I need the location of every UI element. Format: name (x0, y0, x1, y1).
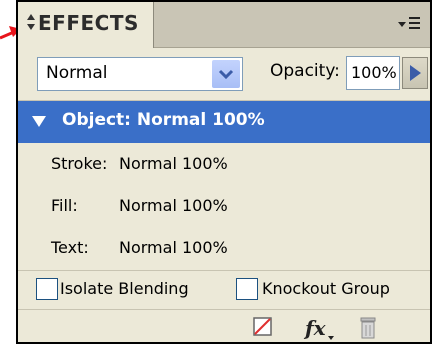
dropdown-arrow-button[interactable] (212, 60, 240, 88)
knockout-group-label[interactable]: Knockout Group (262, 279, 390, 298)
blend-mode-select[interactable]: Normal (37, 57, 243, 91)
clear-effects-icon[interactable] (252, 316, 274, 338)
chevron-down-icon (218, 69, 234, 80)
opacity-field[interactable]: 100% (346, 56, 400, 90)
disclosure-triangle-icon[interactable] (32, 116, 46, 128)
chevron-right-icon (410, 65, 421, 81)
effects-panel: EFFECTS Normal Opacity: 100% Object: Nor… (16, 0, 432, 344)
tab-title: EFFECTS (38, 11, 139, 35)
row-name: Stroke: (51, 154, 108, 173)
svg-text:fx: fx (303, 316, 327, 340)
object-effects-label: Object: Normal 100% (62, 110, 265, 130)
fx-icon[interactable]: fx (303, 316, 337, 342)
opacity-value: 100% (351, 63, 397, 82)
panel-footer: fx (18, 309, 430, 342)
panel-menu-icon[interactable] (396, 14, 422, 34)
opacity-label: Opacity: (270, 61, 340, 81)
fill-effects-row[interactable]: Fill: Normal 100% (18, 185, 430, 227)
isolate-blending-checkbox[interactable] (36, 278, 58, 300)
row-name: Text: (51, 238, 89, 257)
blend-mode-value: Normal (46, 63, 108, 83)
row-value: Normal 100% (119, 238, 228, 257)
row-name: Fill: (51, 196, 78, 215)
trash-icon[interactable] (358, 316, 378, 340)
text-effects-row[interactable]: Text: Normal 100% (18, 227, 430, 269)
blend-opacity-row: Normal Opacity: 100% (18, 48, 430, 101)
tab-effects[interactable]: EFFECTS (18, 2, 154, 48)
row-value: Normal 100% (119, 196, 228, 215)
isolate-blending-label[interactable]: Isolate Blending (60, 279, 189, 298)
stroke-effects-row[interactable]: Stroke: Normal 100% (18, 143, 430, 185)
blending-options-row: Isolate Blending Knockout Group (18, 270, 430, 310)
opacity-slider-button[interactable] (402, 57, 428, 89)
knockout-group-checkbox[interactable] (236, 278, 258, 300)
row-value: Normal 100% (119, 154, 228, 173)
object-effects-row[interactable]: Object: Normal 100% (18, 101, 430, 143)
collapse-arrows-icon[interactable] (26, 13, 36, 31)
panel-tab-bar: EFFECTS (18, 2, 430, 48)
